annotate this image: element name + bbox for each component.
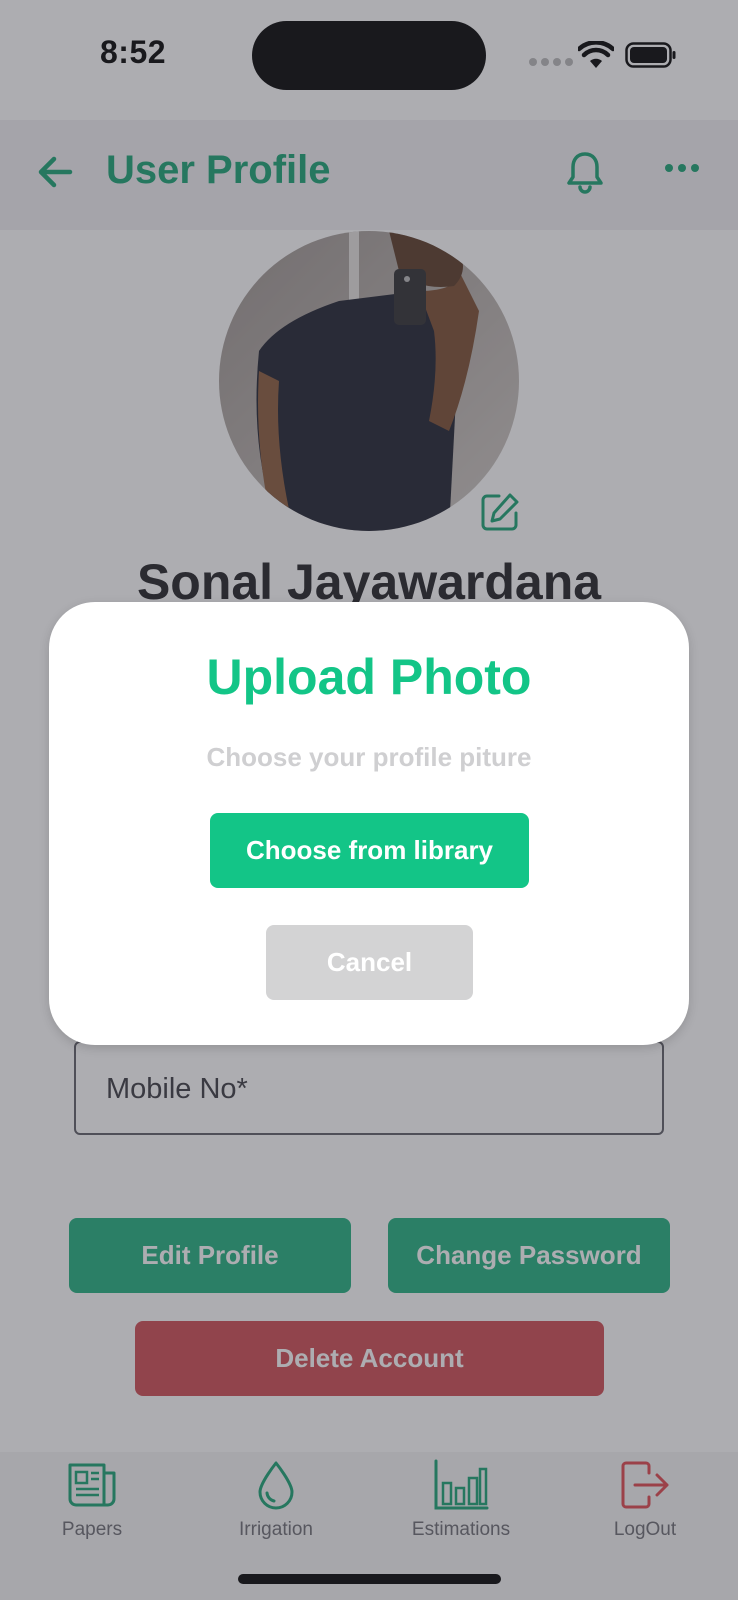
dialog-subtitle: Choose your profile piture (206, 742, 532, 772)
cancel-button[interactable]: Cancel (266, 925, 473, 1000)
dialog-title: Upload Photo (206, 649, 532, 705)
upload-photo-dialog: Upload Photo Choose your profile piture … (49, 602, 689, 1045)
screen: 8:52 User Profile Sonal Jayawardana Mobi… (0, 0, 738, 1600)
choose-from-library-button[interactable]: Choose from library (210, 813, 529, 888)
